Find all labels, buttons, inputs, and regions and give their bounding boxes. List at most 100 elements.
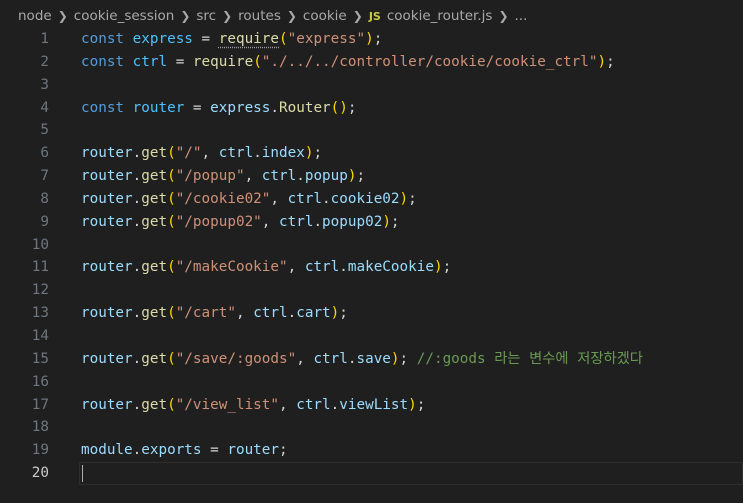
code-token: cookie02 [330,190,400,207]
breadcrumb-item-routes[interactable]: routes [238,8,281,24]
code-token: , [287,259,305,276]
code-line[interactable]: 4 const router = express.Router(); [0,97,743,120]
code-line[interactable]: 1 const express = require("express"); [0,28,743,51]
code-line[interactable]: 18 [0,416,743,439]
breadcrumb-file[interactable]: cookie_router.js [387,8,493,24]
code-token: () [330,99,348,116]
line-content: router.get("/save/:goods", ctrl.save); /… [81,348,643,371]
line-number: 19 [31,442,49,459]
line-number: 18 [31,419,49,436]
code-token: exports [141,442,202,459]
code-token: router [81,168,133,185]
code-line[interactable]: 5 [0,119,743,142]
code-token: ; [339,305,348,322]
code-line[interactable]: 12 [0,279,743,302]
code-token: "/popup" [175,168,245,185]
code-line[interactable]: 9 router.get("/popup02", ctrl.popup02); [0,211,743,234]
line-number: 14 [31,327,49,344]
code-token: router [81,259,133,276]
code-line[interactable]: 17 router.get("/view_list", ctrl.viewList… [0,394,743,417]
code-line[interactable]: 20 [0,462,743,485]
code-token: , [244,168,262,185]
code-token: get [141,259,168,276]
breadcrumb-item-cookie[interactable]: cookie [303,8,347,24]
code-line[interactable]: 13 router.get("/cart", ctrl.cart); [0,302,743,325]
code-token: ( [167,259,176,276]
code-token: ( [253,53,262,70]
breadcrumb-item-cookie-session[interactable]: cookie_session [74,8,175,24]
line-number: 15 [31,350,49,367]
line-number: 20 [31,465,49,482]
code-line[interactable]: 14 [0,325,743,348]
chevron-right-icon: ❯ [180,9,191,23]
code-token: get [141,190,168,207]
line-number: 5 [40,122,49,139]
code-token: . [339,259,348,276]
code-token: "express" [287,31,366,47]
javascript-file-icon: JS [368,9,381,23]
code-token: "/save/:goods" [175,350,297,367]
code-token: ( [167,396,176,413]
line-content: const express = require("express"); [81,28,382,51]
code-token: //:goods 라는 변수에 저장하겠다 [416,350,643,367]
code-token: ctrl [287,190,323,207]
chevron-right-icon: ❯ [498,9,509,23]
code-token: . [132,213,142,230]
code-token: ( [167,168,176,185]
line-number: 10 [31,236,49,253]
code-token: ) [433,259,443,276]
code-editor[interactable]: node ❯ cookie_session ❯ src ❯ routes ❯ c… [0,0,743,503]
code-line[interactable]: 10 [0,234,743,257]
code-token: = [192,31,219,47]
code-line[interactable]: 15 router.get("/save/:goods", ctrl.save);… [0,348,743,371]
code-token: get [141,305,168,322]
code-line[interactable]: 7 router.get("/popup", ctrl.popup); [0,165,743,188]
code-token: ; [408,190,417,207]
code-token: ; [356,168,366,185]
breadcrumb-item-node[interactable]: node [18,8,52,24]
line-number: 2 [40,53,49,70]
code-token: require [218,31,280,47]
code-line[interactable]: 16 [0,371,743,394]
code-lines[interactable]: 1 const express = require("express"); 2 con… [0,28,743,485]
code-token: index [261,145,305,162]
code-line[interactable]: 3 [0,74,743,97]
code-token: ctrl [313,350,348,367]
code-token: ; [313,145,323,162]
code-line[interactable]: 8 router.get("/cookie02", ctrl.cookie02); [0,188,743,211]
code-token: ) [399,190,409,207]
code-line[interactable]: 11 router.get("/makeCookie", ctrl.makeCoo… [0,256,743,279]
code-token: = [167,53,193,70]
code-line[interactable]: 2 const ctrl = require("./../../controlle… [0,51,743,74]
breadcrumb-item-src[interactable]: src [196,8,216,24]
code-token: router [81,396,133,413]
chevron-right-icon: ❯ [57,9,68,23]
code-token: ctrl [279,213,314,230]
line-number: 7 [40,168,49,185]
code-line[interactable]: 6 router.get("/", ctrl.index); [0,142,743,165]
code-token: . [132,145,142,162]
code-token: "./../../controller/cookie/cookie_ctrl" [261,53,598,70]
line-content: router.get("/cookie02", ctrl.cookie02); [81,188,417,211]
line-content: router.get("/makeCookie", ctrl.makeCooki… [81,256,451,279]
code-token: ( [167,305,176,322]
code-token: . [132,350,142,367]
code-token: router [132,99,185,116]
code-token: get [141,396,168,413]
code-token: popup [304,168,348,185]
code-token: ctrl [218,145,254,162]
code-line[interactable]: 19 module.exports = router; [0,439,743,462]
code-token: . [132,259,142,276]
code-token: . [330,396,340,413]
code-token: ( [167,350,176,367]
code-token: "/cart" [175,305,236,322]
code-token: const [81,31,133,47]
code-token: . [322,190,331,207]
breadcrumb-more[interactable]: ... [515,8,528,24]
code-token: popup02 [322,213,383,230]
code-token: , [201,145,219,162]
code-token: ctrl [132,53,168,70]
code-token: . [253,145,262,162]
code-token: ( [167,145,176,162]
chevron-right-icon: ❯ [222,9,233,23]
